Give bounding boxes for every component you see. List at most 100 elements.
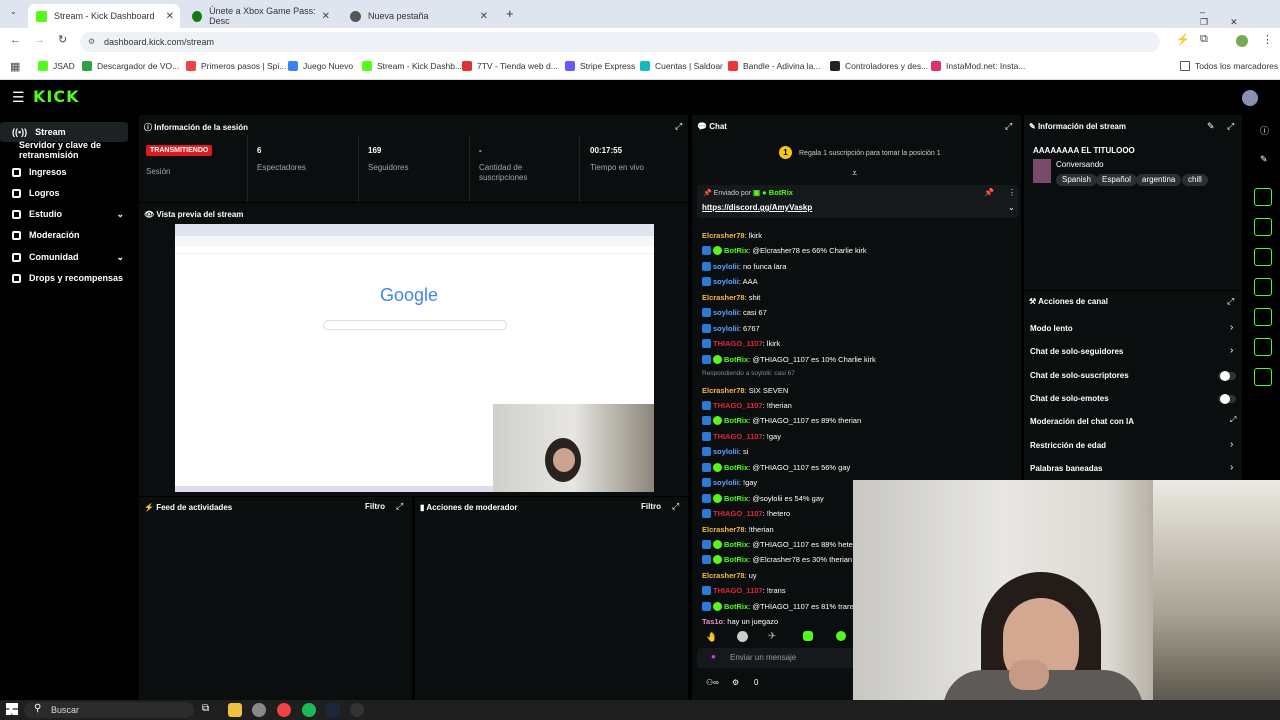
chat-username[interactable]: BotRix bbox=[724, 540, 748, 549]
rail-button[interactable] bbox=[1254, 188, 1272, 206]
extensions-icon[interactable]: ⧉ bbox=[1200, 33, 1208, 46]
chat-username[interactable]: Elcrasher78 bbox=[702, 293, 745, 302]
chat-username[interactable]: soylolii bbox=[713, 277, 739, 286]
chat-message[interactable]: Tas1o: hay un juegazo bbox=[702, 617, 778, 626]
chat-username[interactable]: BotRix bbox=[724, 416, 748, 425]
chat-username[interactable]: soylolii bbox=[713, 324, 739, 333]
chat-username[interactable]: soylolii bbox=[713, 447, 739, 456]
activity-filter-button[interactable]: Filtro bbox=[365, 502, 385, 511]
chat-message[interactable]: BotRix: @Elcrasher78 es 66% Charlie kirk bbox=[702, 246, 867, 256]
rail-button[interactable] bbox=[1254, 338, 1272, 356]
chat-message[interactable]: soylolii: no funca lara bbox=[702, 261, 786, 271]
chrome-icon[interactable] bbox=[277, 703, 291, 717]
window-controls[interactable]: –❐✕ bbox=[1200, 7, 1280, 28]
chat-message[interactable]: BotRix: @Elcrasher78 es 30% therian bbox=[702, 555, 852, 565]
chat-username[interactable]: THIAGO_1107 bbox=[713, 339, 763, 348]
channel-action-item[interactable]: Palabras baneadas bbox=[1030, 464, 1102, 473]
chat-username[interactable]: THIAGO_1107 bbox=[713, 432, 763, 441]
chat-message[interactable]: Respondiendo a soylolii: casi 67 bbox=[702, 370, 795, 377]
emote-icon[interactable]: ✈ bbox=[768, 631, 776, 642]
chat-message[interactable]: Elcrasher78: shit bbox=[702, 293, 760, 302]
sidebar-item-drops[interactable]: Drops y recompensas bbox=[0, 268, 130, 288]
chat-username[interactable]: soylolii bbox=[713, 478, 739, 487]
info-icon[interactable]: ⓘ bbox=[1260, 124, 1269, 137]
emote-icon[interactable] bbox=[737, 631, 748, 642]
hamburger-menu-icon[interactable]: ☰ bbox=[12, 89, 25, 106]
chat-message[interactable]: soylolii: si bbox=[702, 447, 748, 457]
sub-prompt[interactable]: Regala 1 suscripción para tomar la posic… bbox=[799, 150, 941, 157]
chat-username[interactable]: BotRix bbox=[724, 602, 748, 611]
chat-message[interactable]: soylolii: casi 67 bbox=[702, 308, 767, 318]
edit-icon[interactable]: ✎ bbox=[1207, 121, 1215, 132]
url-bar[interactable]: dashboard.kick.com/stream bbox=[80, 32, 1160, 52]
sidebar-item-logros[interactable]: Logros bbox=[0, 183, 130, 203]
sidebar-item-comunidad[interactable]: Comunidad ⌄ bbox=[0, 247, 130, 267]
pinned-link[interactable]: https://discord.gg/AmyVaskp bbox=[702, 203, 812, 212]
rail-button[interactable] bbox=[1254, 248, 1272, 266]
popout-icon[interactable]: ⤢ bbox=[675, 121, 682, 132]
chat-username[interactable]: Elcrasher78 bbox=[702, 231, 745, 240]
toggle-switch[interactable] bbox=[1218, 371, 1236, 381]
chat-username[interactable]: BotRix bbox=[724, 463, 748, 472]
bookmark-item[interactable]: Primeros pasos | Spi... bbox=[186, 61, 286, 71]
bookmark-item[interactable]: Descargador de VO... bbox=[82, 61, 179, 71]
apps-grid-icon[interactable]: ▦ bbox=[10, 60, 20, 73]
chat-message[interactable]: THIAGO_1107: !trans bbox=[702, 586, 786, 596]
bookmark-item[interactable]: Stream - Kick Dashb... bbox=[362, 61, 462, 71]
chat-message[interactable]: soylolii: 6767 bbox=[702, 323, 760, 333]
bookmark-item[interactable]: Stripe Express bbox=[565, 61, 635, 71]
sidebar-item-moderacion[interactable]: Moderación bbox=[0, 225, 130, 245]
channel-action-item[interactable]: Chat de solo-suscriptores bbox=[1030, 371, 1129, 380]
bookmark-item[interactable]: Bandle - Adivina la... bbox=[728, 61, 821, 71]
chat-username[interactable]: BotRix bbox=[724, 494, 748, 503]
chat-message[interactable]: Elcrasher78: uy bbox=[702, 571, 757, 580]
close-tab-icon[interactable]: ✕ bbox=[166, 11, 174, 22]
chat-username[interactable]: BotRix bbox=[724, 246, 748, 255]
windows-start-icon[interactable] bbox=[6, 703, 18, 715]
collapse-icon[interactable]: ⩡ bbox=[852, 168, 857, 179]
tab-search-icon[interactable]: ⌄ bbox=[10, 7, 17, 16]
chat-message[interactable]: BotRix: @THIAGO_1107 es 89% therian bbox=[702, 416, 861, 426]
more-icon[interactable]: ⋮ bbox=[1008, 188, 1016, 197]
obs-icon[interactable] bbox=[350, 703, 364, 717]
channel-action-item[interactable]: Modo lento bbox=[1030, 324, 1073, 333]
bookmark-item[interactable]: Cuentas | Saldoar bbox=[640, 61, 723, 71]
chevron-down-icon[interactable]: ⌄ bbox=[1008, 203, 1015, 212]
bookmark-item[interactable]: Juego Nuevo bbox=[288, 61, 353, 71]
chat-username[interactable]: Respondiendo a soylolii: casi 67 bbox=[702, 370, 795, 377]
settings-icon[interactable] bbox=[252, 703, 266, 717]
viewer-list-icon[interactable]: ⚇∞ bbox=[706, 678, 719, 687]
close-tab-icon[interactable]: ✕ bbox=[322, 11, 330, 22]
forward-icon[interactable]: → bbox=[34, 34, 45, 46]
back-icon[interactable]: ← bbox=[10, 34, 21, 46]
close-tab-icon[interactable]: ✕ bbox=[480, 11, 488, 22]
all-bookmarks-folder[interactable]: Todos los marcadores bbox=[1180, 61, 1278, 71]
reload-icon[interactable]: ↻ bbox=[58, 33, 67, 46]
taskbar-search[interactable]: ⚲ Buscar bbox=[24, 702, 194, 718]
menu-icon[interactable]: ⋮ bbox=[1262, 33, 1273, 46]
channel-action-item[interactable]: Chat de solo-seguidores bbox=[1030, 347, 1123, 356]
sidebar-item-server-key[interactable]: Servidor y clave de retransmisión bbox=[0, 140, 138, 160]
external-icon[interactable]: ⤢ bbox=[1230, 415, 1236, 425]
chevron-right-icon[interactable]: › bbox=[1230, 439, 1233, 450]
pinned-message[interactable]: 📌 Enviado por ▣ ● BotRix https://discord… bbox=[697, 185, 1018, 218]
unpin-icon[interactable]: 📌 bbox=[984, 188, 994, 197]
chat-message[interactable]: soylolii: AAA bbox=[702, 277, 758, 287]
chat-message[interactable]: BotRix: @soylolii es 54% gay bbox=[702, 493, 824, 503]
chat-message[interactable]: THIAGO_1107: !hetero bbox=[702, 509, 790, 519]
chevron-right-icon[interactable]: › bbox=[1230, 322, 1233, 333]
chat-username[interactable]: soylolii bbox=[713, 308, 739, 317]
chat-message[interactable]: BotRix: @THIAGO_1107 es 10% Charlie kirk bbox=[702, 354, 876, 364]
emote-icon[interactable]: 🤚 bbox=[706, 632, 717, 643]
popout-icon[interactable]: ⤢ bbox=[1227, 296, 1234, 307]
chat-username[interactable]: THIAGO_1107 bbox=[713, 586, 763, 595]
chat-username[interactable]: Elcrasher78 bbox=[702, 386, 745, 395]
steam-icon[interactable] bbox=[326, 703, 340, 717]
popout-icon[interactable]: ⤢ bbox=[1227, 121, 1234, 132]
rail-button[interactable] bbox=[1254, 368, 1272, 386]
chat-message[interactable]: Elcrasher78: !therian bbox=[702, 525, 774, 534]
chat-message[interactable]: BotRix: @THIAGO_1107 es 56% gay bbox=[702, 462, 850, 472]
chat-message[interactable]: THIAGO_1107: !therian bbox=[702, 400, 792, 410]
channel-action-item[interactable]: Restricción de edad bbox=[1030, 441, 1106, 450]
profile-avatar[interactable] bbox=[1236, 35, 1248, 47]
